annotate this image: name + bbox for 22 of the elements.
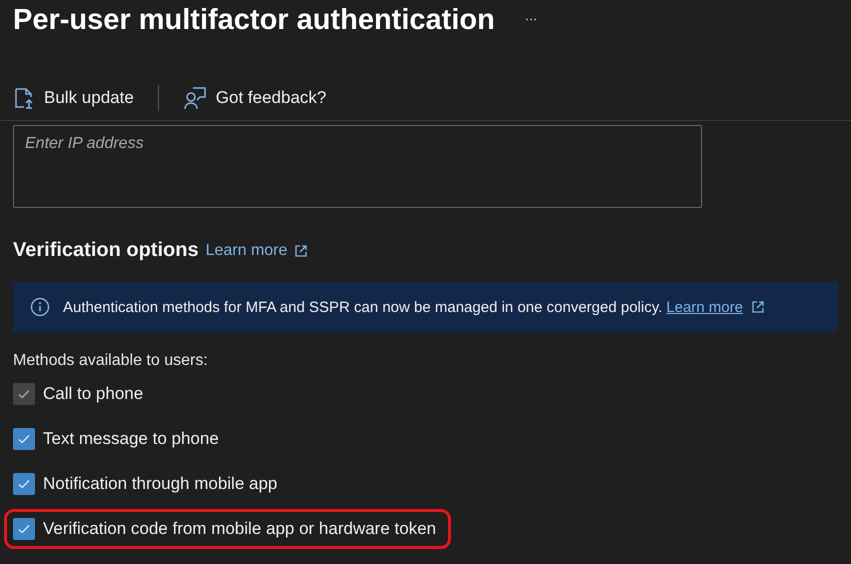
external-link-icon [294,244,308,258]
banner-text: Authentication methods for MFA and SSPR can now be managed in one converged policy. [63,298,662,316]
checkbox-label: Call to phone [43,384,144,404]
section-title: Verification options [13,239,199,262]
learn-more-link[interactable]: Learn more [666,298,743,316]
info-icon [30,297,50,317]
more-button[interactable]: ··· [520,10,542,30]
checkbox-label: Notification through mobile app [43,474,278,494]
checkbox[interactable] [13,518,35,540]
person-feedback-icon [182,86,207,110]
feedback-button[interactable]: Got feedback? [182,83,326,113]
external-link-icon [750,300,765,314]
learn-more-link[interactable]: Learn more [206,242,288,260]
bulk-update-button[interactable]: Bulk update [13,83,134,113]
checkbox[interactable] [13,428,35,450]
methods-label: Methods available to users: [13,352,209,370]
ip-address-field[interactable]: Enter IP address [13,125,702,208]
page-title: Per-user multifactor authentication [13,4,495,36]
checkbox-label: Verification code from mobile app or hardware token [43,519,436,539]
checkbox[interactable] [13,473,35,495]
checkbox-label: Text message to phone [43,429,219,449]
document-upload-icon [13,86,35,110]
